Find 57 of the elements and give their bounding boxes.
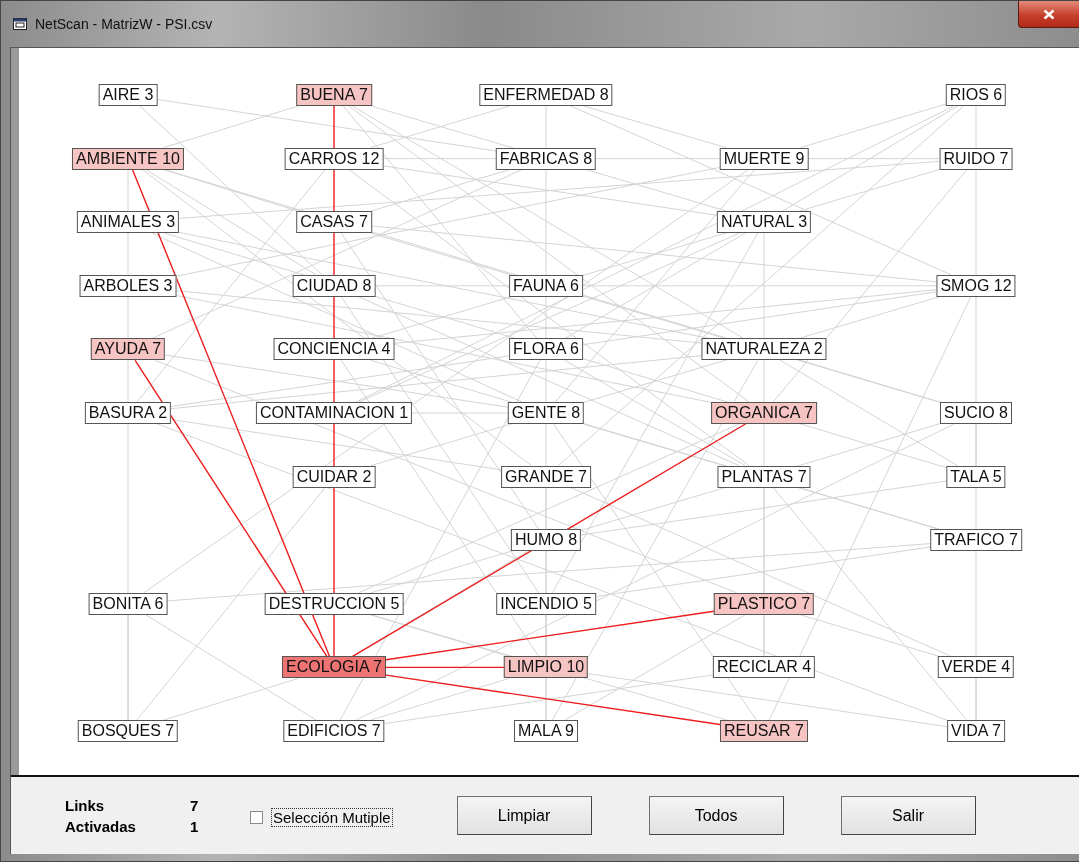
stat-label: Links (65, 795, 106, 816)
network-node[interactable]: AYUDA 7 (90, 338, 166, 361)
network-node[interactable]: CONCIENCIA 4 (273, 338, 395, 361)
network-node[interactable]: VERDE 4 (937, 656, 1015, 679)
network-node[interactable]: AIRE 3 (98, 84, 158, 106)
close-button[interactable] (1018, 1, 1079, 28)
network-node[interactable]: BUENA 7 (296, 84, 372, 106)
network-node[interactable]: EDIFICIOS 7 (283, 720, 385, 742)
checkbox-label[interactable]: Selección Mutiple (271, 808, 393, 827)
network-node[interactable]: RIOS 6 (945, 84, 1007, 106)
action-button[interactable]: Salir (840, 796, 976, 835)
network-node[interactable]: PLASTICO 7 (713, 592, 815, 615)
network-node[interactable]: ARBOLES 3 (79, 274, 177, 297)
network-node[interactable]: INCENDIO 5 (496, 592, 596, 615)
network-node[interactable]: ANIMALES 3 (76, 211, 180, 234)
network-node[interactable]: MUERTE 9 (719, 147, 809, 170)
network-node[interactable]: VIDA 7 (947, 720, 1005, 742)
network-node[interactable]: SUCIO 8 (940, 402, 1012, 424)
stat-value: 1 (190, 816, 200, 837)
network-node[interactable]: LIMPIO 10 (503, 656, 589, 679)
network-node[interactable]: CIUDAD 8 (292, 274, 376, 297)
network-node[interactable]: NATURALEZA 2 (701, 338, 827, 361)
network-node[interactable]: BONITA 6 (88, 592, 168, 615)
network-node[interactable]: CONTAMINACION 1 (255, 402, 413, 424)
network-node[interactable]: FAUNA 6 (509, 274, 583, 297)
app-icon (13, 18, 27, 30)
network-node[interactable]: MALA 9 (514, 720, 578, 742)
network-node[interactable]: CUIDAR 2 (292, 465, 376, 488)
network-node[interactable]: CASAS 7 (296, 211, 372, 234)
network-node[interactable]: SMOG 12 (936, 274, 1016, 297)
network-node[interactable]: TALA 5 (946, 465, 1006, 488)
network-node[interactable]: FLORA 6 (509, 338, 583, 361)
network-node[interactable]: AMBIENTE 10 (72, 147, 184, 170)
network-node[interactable]: NATURAL 3 (716, 211, 812, 234)
action-button[interactable]: Limpiar (456, 796, 592, 835)
network-node[interactable]: ECOLOGIA 7 (282, 656, 386, 679)
stat-value: 7 (190, 795, 200, 816)
network-node[interactable]: HUMO 8 (510, 529, 582, 552)
action-button[interactable]: Todos (648, 796, 784, 835)
network-node[interactable]: RUIDO 7 (939, 147, 1013, 170)
network-node[interactable]: GENTE 8 (507, 402, 585, 424)
network-node[interactable]: BOSQUES 7 (77, 720, 179, 742)
network-node[interactable]: BASURA 2 (84, 402, 172, 424)
window-title: NetScan - MatrizW - PSI.csv (35, 16, 213, 32)
network-node[interactable]: CARROS 12 (284, 147, 384, 170)
network-node[interactable]: REUSAR 7 (720, 720, 808, 742)
network-node[interactable]: ENFERMEDAD 8 (479, 84, 613, 106)
network-node[interactable]: FABRICAS 8 (495, 147, 597, 170)
network-node[interactable]: PLANTAS 7 (717, 465, 811, 488)
stat-label: Activadas (65, 816, 137, 837)
checkbox[interactable] (250, 811, 263, 824)
network-node[interactable]: GRANDE 7 (501, 465, 591, 488)
network-node[interactable]: RECICLAR 4 (712, 656, 816, 679)
network-node[interactable]: ORGANICA 7 (711, 402, 817, 424)
close-icon (1043, 8, 1055, 20)
network-node[interactable]: DESTRUCCION 5 (264, 592, 404, 615)
network-node[interactable]: TRAFICO 7 (930, 529, 1022, 552)
